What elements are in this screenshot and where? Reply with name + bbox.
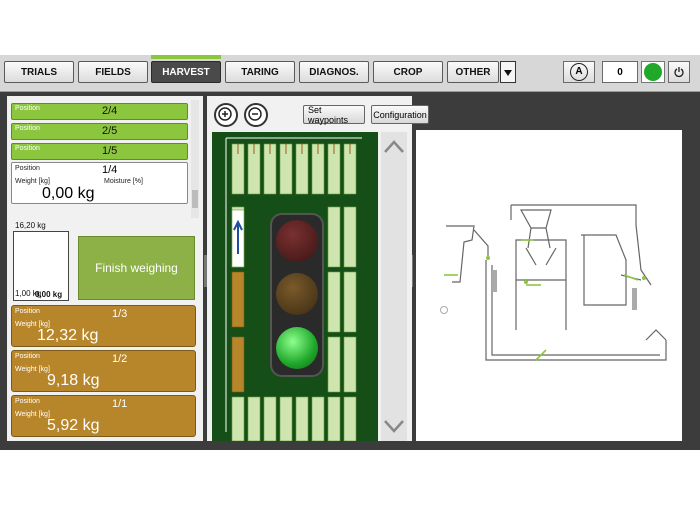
positions-scrollbar[interactable]	[191, 100, 199, 218]
scroll-arrows	[384, 140, 404, 433]
weighed-plot-card[interactable]: Position 1/3 Weight [kg] 12,32 kg	[11, 305, 196, 347]
harvest-panel: Position 2/4 Position 2/5 Position 1/5 P…	[7, 96, 203, 441]
position-label: Position	[15, 308, 40, 315]
active-tab-indicator	[151, 55, 221, 59]
position-row[interactable]: Position 1/5	[11, 143, 188, 160]
gauge-value: 0,00 kg	[35, 290, 63, 299]
tab-taring[interactable]: TARING	[225, 61, 295, 83]
zoom-in-button[interactable]	[214, 103, 238, 127]
zoom-out-icon	[248, 107, 262, 121]
zoom-out-button[interactable]	[244, 103, 268, 127]
weight-label: Weight [kg]	[15, 411, 50, 418]
position-label: Position	[15, 125, 40, 132]
position-value: 2/4	[102, 105, 118, 117]
position-value: 1/2	[112, 353, 128, 365]
position-value: 2/5	[102, 125, 118, 137]
scroll-down-icon[interactable]	[384, 420, 404, 433]
set-waypoints-button[interactable]: Set waypoints	[303, 105, 365, 125]
status-light-icon	[644, 63, 662, 81]
counter-display: 0	[602, 61, 638, 83]
home-position-icon[interactable]	[440, 306, 448, 314]
scrollbar-thumb[interactable]	[192, 190, 198, 208]
finish-weighing-button[interactable]: Finish weighing	[78, 236, 195, 300]
configuration-button[interactable]: Configuration	[371, 105, 429, 124]
red-lamp-icon	[276, 220, 318, 262]
weight-label: Weight [kg]	[15, 178, 50, 185]
zoom-in-icon	[218, 107, 232, 121]
plot-weight-value: 5,92 kg	[47, 417, 100, 434]
current-weight-value: 0,00 kg	[42, 185, 95, 202]
position-value: 1/1	[112, 398, 128, 410]
position-value: 1/3	[112, 308, 128, 320]
tab-diagnos[interactable]: DIAGNOS.	[299, 61, 369, 83]
position-value: 1/4	[102, 164, 118, 176]
green-lamp-icon	[276, 327, 318, 369]
auto-mode-icon: A	[570, 63, 588, 81]
gauge-max-label: 16,20 kg	[15, 221, 46, 230]
weight-label: Weight [kg]	[15, 366, 50, 373]
current-position-card: Position 1/4 Weight [kg] Moisture [%] 0,…	[11, 162, 188, 204]
position-row[interactable]: Position 2/4	[11, 103, 188, 120]
tab-other[interactable]: OTHER	[447, 61, 499, 83]
auto-mode-button[interactable]: A	[563, 61, 595, 83]
power-icon	[674, 67, 684, 78]
position-label: Position	[15, 353, 40, 360]
yellow-lamp-icon	[276, 273, 318, 315]
position-label: Position	[15, 398, 40, 405]
weighed-plot-card[interactable]: Position 1/2 Weight [kg] 9,18 kg	[11, 350, 196, 392]
machine-diagram[interactable]	[416, 130, 682, 441]
scroll-up-icon[interactable]	[384, 140, 404, 153]
harvester-schematic	[440, 204, 667, 361]
tab-fields[interactable]: FIELDS	[78, 61, 148, 83]
field-view-scrollbar[interactable]	[381, 132, 407, 441]
position-label: Position	[15, 145, 40, 152]
plot-weight-value: 12,32 kg	[37, 327, 99, 344]
position-label: Position	[15, 105, 40, 112]
traffic-light	[270, 213, 324, 377]
position-value: 1/5	[102, 145, 118, 157]
tabs-dropdown-button[interactable]	[500, 61, 516, 83]
plot-weight-value: 9,18 kg	[47, 372, 100, 389]
position-row[interactable]: Position 2/5	[11, 123, 188, 140]
tab-trials[interactable]: TRIALS	[4, 61, 74, 83]
weighed-plot-card[interactable]: Position 1/1 Weight [kg] 5,92 kg	[11, 395, 196, 437]
tab-crop[interactable]: CROP	[373, 61, 443, 83]
moisture-label: Moisture [%]	[104, 178, 143, 185]
power-button[interactable]	[668, 61, 690, 83]
position-label: Position	[15, 165, 40, 172]
status-indicator	[641, 61, 665, 83]
tab-harvest[interactable]: HARVEST	[151, 61, 221, 83]
